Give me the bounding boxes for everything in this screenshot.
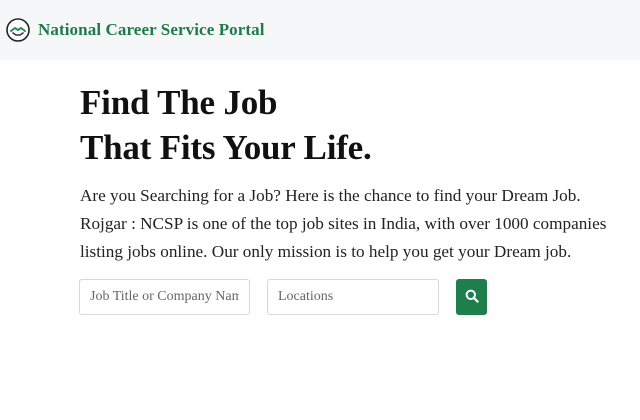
hero-description: Are you Searching for a Job? Here is the…	[80, 186, 607, 261]
location-input[interactable]	[267, 279, 439, 315]
site-brand-link[interactable]: National Career Service Portal	[38, 20, 265, 40]
search-button[interactable]	[456, 279, 487, 315]
hero-title-line-1: Find The Job	[80, 83, 278, 122]
job-title-input[interactable]	[79, 279, 250, 315]
job-search-form	[79, 279, 487, 315]
hero-section: Find The Job That Fits Your Life. Are yo…	[80, 80, 630, 266]
hero-title: Find The Job That Fits Your Life.	[80, 80, 630, 170]
hero-title-line-2: That Fits Your Life.	[80, 128, 372, 167]
site-header: National Career Service Portal	[0, 0, 640, 60]
handshake-logo-icon[interactable]	[6, 18, 30, 42]
search-icon	[465, 289, 479, 306]
